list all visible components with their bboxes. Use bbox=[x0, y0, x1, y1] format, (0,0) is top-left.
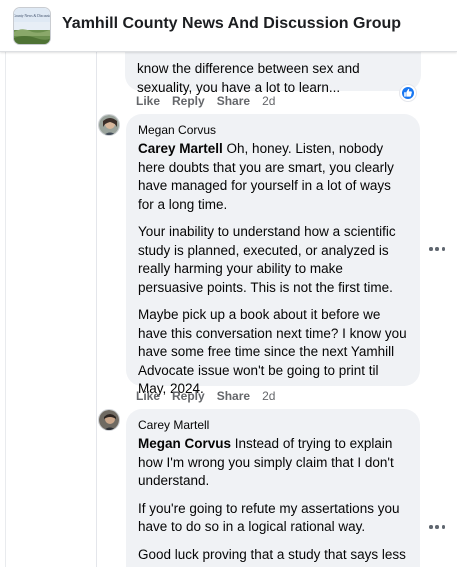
group-title[interactable]: Yamhill County News And Discussion Group bbox=[62, 15, 401, 33]
comment-author[interactable]: Carey Martell bbox=[138, 417, 408, 433]
comment-timestamp[interactable]: 2d bbox=[262, 389, 275, 403]
more-options-icon[interactable] bbox=[429, 524, 445, 530]
comment-paragraph: Megan Corvus Instead of trying to explai… bbox=[138, 436, 394, 488]
avatar[interactable] bbox=[98, 114, 120, 136]
thumbs-up-icon[interactable] bbox=[400, 85, 416, 101]
more-options-icon[interactable] bbox=[429, 246, 445, 252]
comment-actions: Like Reply Share 2d bbox=[136, 94, 275, 108]
comment-paragraph: Maybe pick up a book about it before we … bbox=[138, 307, 407, 396]
comment-bubble: Carey Martell Megan Corvus Instead of tr… bbox=[126, 409, 420, 567]
comment-paragraph: If you're going to refute my assertation… bbox=[138, 500, 400, 535]
comment-paragraph: Your inability to understand how a scien… bbox=[138, 224, 396, 295]
comment-text: Carey Martell Oh, honey. Listen, nobody … bbox=[138, 140, 408, 399]
comment-text: Megan Corvus Instead of trying to explai… bbox=[138, 435, 408, 567]
group-header: County News & Discussion Yamhill County … bbox=[0, 0, 457, 52]
like-button[interactable]: Like bbox=[136, 389, 160, 403]
comment-timestamp[interactable]: 2d bbox=[262, 94, 275, 108]
avatar[interactable] bbox=[98, 409, 120, 431]
mention-link[interactable]: Carey Martell bbox=[138, 141, 223, 156]
reply-button[interactable]: Reply bbox=[172, 94, 205, 108]
comment-paragraph: Carey Martell Oh, honey. Listen, nobody … bbox=[138, 141, 394, 212]
mention-link[interactable]: Megan Corvus bbox=[138, 436, 231, 451]
comment-paragraph: Good luck proving that a study that says… bbox=[138, 546, 406, 567]
share-button[interactable]: Share bbox=[217, 94, 250, 108]
reply-button[interactable]: Reply bbox=[172, 389, 205, 403]
comment-text: know the difference between sex and sexu… bbox=[137, 46, 409, 97]
comment-thread-view: County News & Discussion Yamhill County … bbox=[0, 0, 457, 567]
comment-author[interactable]: Megan Corvus bbox=[138, 122, 408, 138]
comment-actions: Like Reply Share 2d bbox=[136, 389, 275, 403]
comment-paragraph: know the difference between sex and sexu… bbox=[137, 61, 360, 95]
group-avatar[interactable]: County News & Discussion bbox=[13, 7, 51, 45]
thread-left-edge bbox=[0, 52, 6, 567]
thread-connector bbox=[96, 52, 97, 567]
svg-text:County News & Discussion: County News & Discussion bbox=[14, 14, 51, 18]
like-button[interactable]: Like bbox=[136, 94, 160, 108]
share-button[interactable]: Share bbox=[217, 389, 250, 403]
comment-bubble: Megan Corvus Carey Martell Oh, honey. Li… bbox=[126, 114, 420, 396]
